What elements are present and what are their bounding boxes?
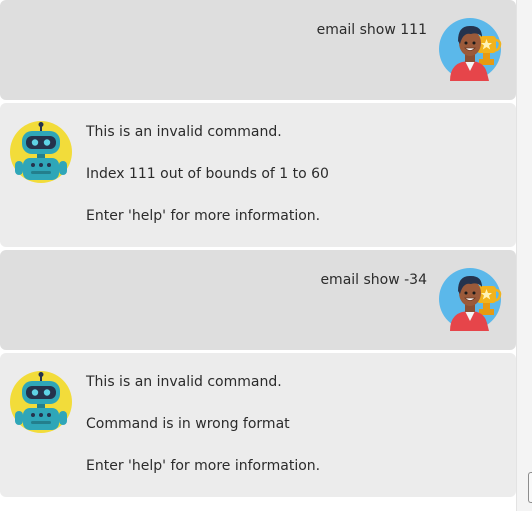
user-avatar-trophy-icon [438,17,502,81]
user-message: email show -34 [0,250,516,350]
user-message: email show 111 [0,0,516,100]
chat-log: email show 111 This is an invalid comman… [0,0,516,511]
bot-message-line: Index 111 out of bounds of 1 to 60 [86,166,329,182]
bot-message-line: Enter 'help' for more information. [86,458,321,474]
robot-avatar-icon [9,370,73,434]
bot-message-line: This is an invalid command. [86,374,282,390]
scrollbar-thumb[interactable] [528,472,532,503]
bot-message-line: Command is in wrong format [86,416,290,432]
bot-message-body: This is an invalid command. Index 111 ou… [86,125,329,223]
bot-message-body: This is an invalid command. Command is i… [86,375,320,473]
bot-message: This is an invalid command. Index 111 ou… [0,103,516,247]
bot-message: This is an invalid command. Command is i… [0,353,516,497]
bot-message-line: Enter 'help' for more information. [86,208,321,224]
robot-avatar-icon [9,120,73,184]
vertical-scrollbar[interactable] [516,0,532,511]
bot-message-line: This is an invalid command. [86,124,282,140]
user-message-text: email show -34 [320,272,427,288]
user-avatar-trophy-icon [438,267,502,331]
user-message-text: email show 111 [316,22,427,38]
